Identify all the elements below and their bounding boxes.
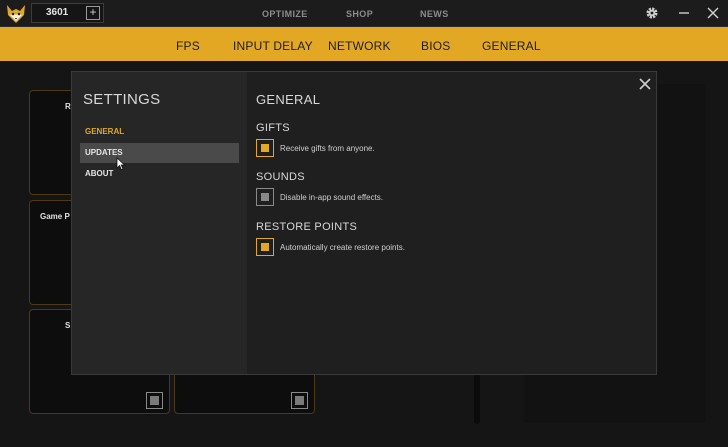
- restore-points-checkbox[interactable]: [256, 238, 274, 256]
- plus-icon[interactable]: +: [86, 6, 100, 20]
- sounds-label: Disable in-app sound effects.: [280, 193, 384, 202]
- gifts-label: Receive gifts from anyone.: [280, 144, 375, 153]
- card-toggle[interactable]: [291, 392, 308, 409]
- settings-sidebar: SETTINGS GENERAL UPDATES ABOUT: [72, 72, 247, 374]
- content-title: GENERAL: [256, 92, 321, 107]
- settings-menu-updates[interactable]: UPDATES: [80, 143, 239, 163]
- settings-title: SETTINGS: [83, 91, 161, 108]
- tab-general[interactable]: GENERAL: [482, 39, 541, 53]
- settings-modal: SETTINGS GENERAL UPDATES ABOUT GENERAL G…: [71, 71, 657, 375]
- settings-menu-general[interactable]: GENERAL: [80, 122, 239, 142]
- card-label: Game P: [40, 212, 70, 221]
- scrollbar[interactable]: [474, 374, 480, 424]
- tab-input-delay[interactable]: INPUT DELAY: [233, 39, 313, 53]
- currency-counter: 3601 +: [31, 3, 104, 23]
- settings-menu-about[interactable]: ABOUT: [80, 164, 239, 184]
- fox-logo-icon: [7, 5, 25, 23]
- section-title-sounds: SOUNDS: [256, 171, 305, 183]
- card-label: S: [65, 321, 71, 330]
- restore-points-label: Automatically create restore points.: [280, 243, 405, 252]
- close-icon[interactable]: [637, 76, 653, 92]
- nav-shop[interactable]: SHOP: [346, 9, 373, 19]
- section-title-gifts: GIFTS: [256, 122, 290, 134]
- nav-news[interactable]: NEWS: [420, 9, 449, 19]
- cursor-icon: [116, 157, 126, 171]
- nav-optimize[interactable]: OPTIMIZE: [262, 9, 308, 19]
- gear-icon[interactable]: [644, 5, 660, 21]
- card-label: R: [65, 102, 71, 111]
- card-toggle[interactable]: [146, 392, 163, 409]
- close-icon[interactable]: [705, 5, 721, 21]
- minimize-icon[interactable]: [676, 5, 692, 21]
- tab-fps[interactable]: FPS: [176, 39, 200, 53]
- title-bar: 3601 + OPTIMIZE SHOP NEWS: [0, 0, 728, 27]
- gifts-checkbox[interactable]: [256, 139, 274, 157]
- category-nav: FPS INPUT DELAY NETWORK BIOS GENERAL: [0, 27, 728, 61]
- tab-bios[interactable]: BIOS: [421, 39, 450, 53]
- section-title-restore-points: RESTORE POINTS: [256, 221, 358, 233]
- tab-network[interactable]: NETWORK: [328, 39, 391, 53]
- currency-value: 3601: [46, 7, 69, 18]
- sounds-checkbox[interactable]: [256, 188, 274, 206]
